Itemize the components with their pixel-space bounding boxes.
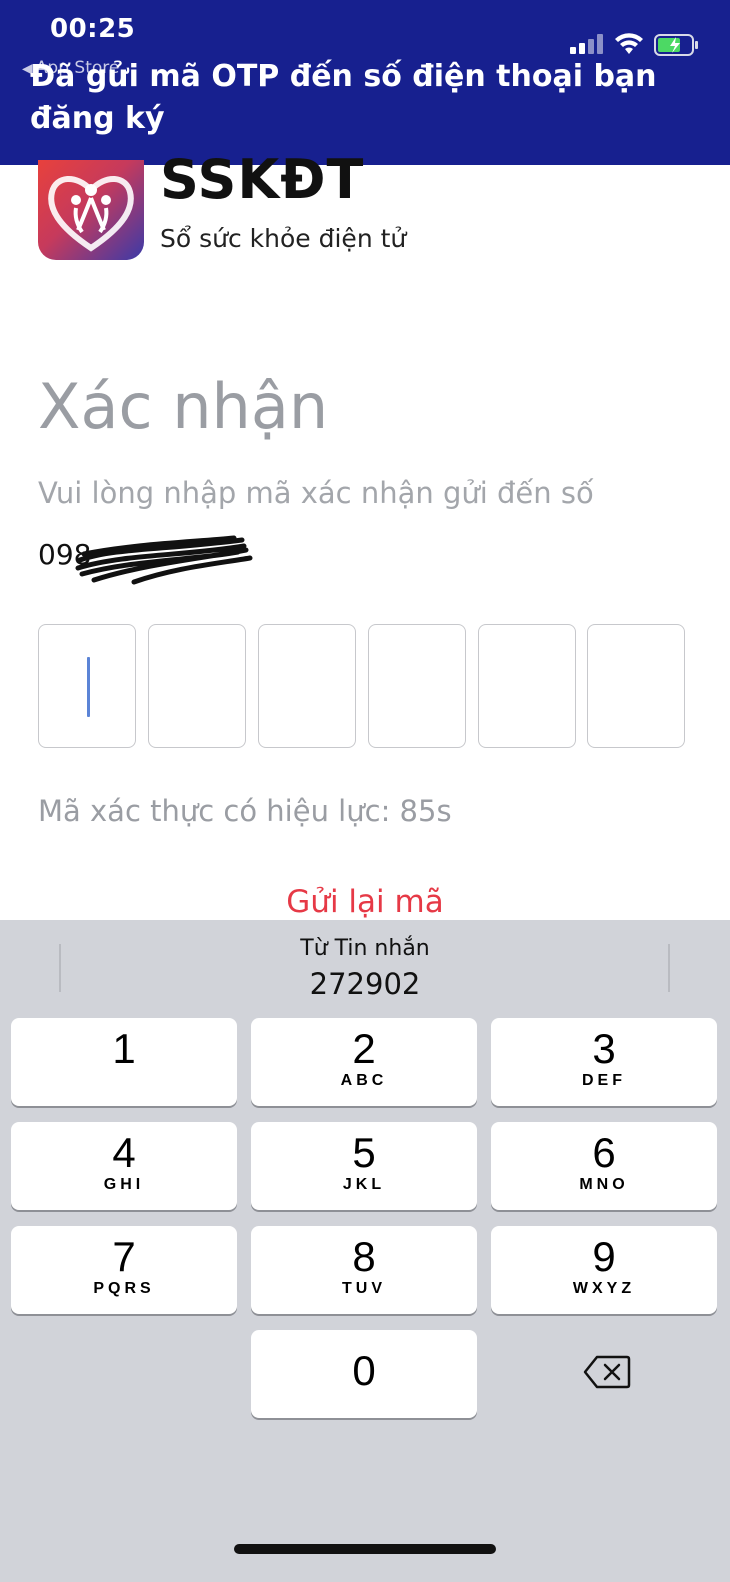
cellular-signal-icon: [570, 34, 604, 54]
status-time: 00:25: [50, 14, 136, 44]
otp-digit-3[interactable]: [258, 624, 356, 748]
suggestion-code: 272902: [309, 967, 421, 1001]
otp-digit-6[interactable]: [587, 624, 685, 748]
key-8[interactable]: 8 TUV: [251, 1226, 477, 1314]
otp-autofill-suggestion[interactable]: Từ Tin nhắn 272902: [0, 936, 730, 1001]
delete-backspace-icon[interactable]: [583, 1354, 631, 1390]
otp-validity-timer: Mã xác thực có hiệu lực: 85s: [38, 794, 452, 828]
key-2[interactable]: 2 ABC: [251, 1018, 477, 1106]
key-7[interactable]: 7 PQRS: [11, 1226, 237, 1314]
app-logo: [38, 160, 144, 260]
otp-digit-2[interactable]: [148, 624, 246, 748]
battery-charging-icon: [654, 34, 698, 56]
redaction-scribble: [75, 535, 253, 585]
otp-notification-banner[interactable]: 00:25 ◀ App Store Đã gửi mã OTP đến số đi…: [0, 0, 730, 165]
key-3[interactable]: 3 DEF: [491, 1018, 717, 1106]
text-caret: [87, 657, 90, 717]
otp-digit-5[interactable]: [478, 624, 576, 748]
otp-digit-1[interactable]: [38, 624, 136, 748]
key-5[interactable]: 5 JKL: [251, 1122, 477, 1210]
key-1[interactable]: 1: [11, 1018, 237, 1106]
wifi-icon: [615, 33, 643, 54]
resend-code-button[interactable]: Gửi lại mã: [0, 884, 730, 920]
numeric-keyboard: Từ Tin nhắn 272902 1 2 ABC 3 DEF 4 GHI 5…: [0, 920, 730, 1582]
key-4[interactable]: 4 GHI: [11, 1122, 237, 1210]
page-title: Xác nhận: [38, 370, 329, 443]
key-0[interactable]: 0: [251, 1330, 477, 1418]
key-9[interactable]: 9 WXYZ: [491, 1226, 717, 1314]
app-name: SSKĐT: [160, 148, 365, 211]
app-subtitle: Sổ sức khỏe điện tử: [160, 224, 407, 253]
heart-people-logo-icon: [48, 176, 134, 252]
key-6[interactable]: 6 MNO: [491, 1122, 717, 1210]
suggestion-source: Từ Tin nhắn: [300, 936, 430, 961]
verify-instruction: Vui lòng nhập mã xác nhận gửi đến số: [38, 476, 594, 510]
otp-digit-4[interactable]: [368, 624, 466, 748]
otp-banner-message: Đã gửi mã OTP đến số điện thoại bạn đăng…: [30, 59, 657, 136]
home-indicator[interactable]: [234, 1544, 496, 1554]
